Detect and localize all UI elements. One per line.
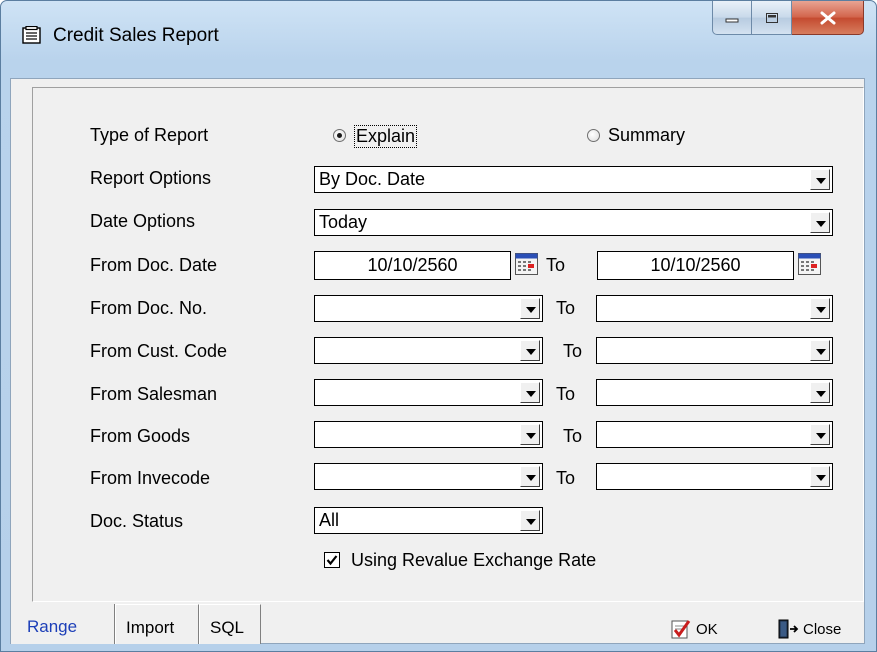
- radio-explain-label[interactable]: Explain: [354, 125, 418, 148]
- close-label: Close: [803, 620, 842, 638]
- revalue-checkbox[interactable]: [324, 552, 340, 568]
- dropdown-arrow-icon[interactable]: [810, 340, 830, 361]
- ok-button[interactable]: OK: [670, 616, 718, 642]
- radio-summary[interactable]: [587, 129, 600, 142]
- minimize-button[interactable]: [712, 1, 752, 35]
- to-label: To: [546, 255, 566, 275]
- to-label: To: [563, 426, 583, 446]
- window-title: Credit Sales Report: [53, 25, 219, 46]
- report-options-label: Report Options: [90, 168, 212, 188]
- to-cust-code-select[interactable]: [596, 337, 833, 364]
- revalue-label[interactable]: Using Revalue Exchange Rate: [351, 550, 596, 571]
- close-window-button[interactable]: [792, 1, 864, 35]
- caption-buttons: [712, 1, 864, 37]
- to-invecode-select[interactable]: [596, 463, 833, 490]
- tab-range[interactable]: Range: [11, 604, 115, 644]
- ok-check-icon: [671, 620, 691, 639]
- dropdown-arrow-icon[interactable]: [520, 510, 540, 531]
- tab-bar: Range Import SQL: [11, 604, 261, 644]
- maximize-icon: [765, 12, 778, 23]
- dropdown-arrow-icon[interactable]: [520, 298, 540, 319]
- from-salesman-select[interactable]: [314, 379, 543, 406]
- dropdown-arrow-icon[interactable]: [810, 466, 830, 487]
- to-doc-date-input[interactable]: 10/10/2560: [597, 251, 794, 280]
- from-goods-select[interactable]: [314, 421, 543, 448]
- dropdown-arrow-icon[interactable]: [810, 169, 830, 190]
- to-label: To: [563, 341, 583, 361]
- to-salesman-select[interactable]: [596, 379, 833, 406]
- title-bar[interactable]: Credit Sales Report: [1, 1, 876, 79]
- ok-label: OK: [696, 620, 718, 638]
- dropdown-arrow-icon[interactable]: [520, 382, 540, 403]
- to-doc-date-value: 10/10/2560: [650, 255, 741, 275]
- tab-import[interactable]: Import: [115, 604, 199, 644]
- minimize-icon: [725, 18, 739, 22]
- tab-sql[interactable]: SQL: [199, 604, 261, 644]
- calendar-icon[interactable]: [515, 253, 538, 275]
- from-doc-date-label: From Doc. Date: [90, 255, 218, 275]
- to-goods-select[interactable]: [596, 421, 833, 448]
- to-label: To: [556, 468, 576, 488]
- date-options-value: Today: [319, 212, 368, 232]
- from-doc-date-value: 10/10/2560: [367, 255, 458, 275]
- from-cust-code-label: From Cust. Code: [90, 341, 228, 361]
- report-options-value: By Doc. Date: [319, 169, 426, 189]
- from-doc-no-select[interactable]: [314, 295, 543, 322]
- report-window: Credit Sales Report Type of Report Expla…: [0, 0, 877, 652]
- calendar-icon[interactable]: [798, 253, 821, 275]
- from-goods-label: From Goods: [90, 426, 191, 446]
- checkmark-icon: [326, 555, 338, 566]
- to-doc-no-select[interactable]: [596, 295, 833, 322]
- dropdown-arrow-icon[interactable]: [810, 424, 830, 445]
- date-options-label: Date Options: [90, 211, 196, 231]
- dropdown-arrow-icon[interactable]: [810, 382, 830, 403]
- from-salesman-label: From Salesman: [90, 384, 218, 404]
- report-icon: [22, 26, 41, 44]
- type-of-report-label: Type of Report: [90, 125, 209, 145]
- exit-door-icon: [778, 619, 799, 639]
- dropdown-arrow-icon[interactable]: [520, 424, 540, 445]
- radio-summary-label[interactable]: Summary: [608, 125, 685, 146]
- to-label: To: [556, 384, 576, 404]
- report-options-select[interactable]: By Doc. Date: [314, 166, 833, 193]
- dropdown-arrow-icon[interactable]: [810, 212, 830, 233]
- to-label: To: [556, 298, 576, 318]
- doc-status-select[interactable]: All: [314, 507, 543, 534]
- close-icon: [820, 11, 835, 24]
- maximize-button[interactable]: [752, 1, 792, 35]
- dropdown-arrow-icon[interactable]: [520, 340, 540, 361]
- doc-status-value: All: [319, 510, 340, 530]
- radio-explain[interactable]: [333, 129, 346, 142]
- from-invecode-label: From Invecode: [90, 468, 211, 488]
- date-options-select[interactable]: Today: [314, 209, 833, 236]
- from-invecode-select[interactable]: [314, 463, 543, 490]
- from-cust-code-select[interactable]: [314, 337, 543, 364]
- from-doc-date-input[interactable]: 10/10/2560: [314, 251, 511, 280]
- dropdown-arrow-icon[interactable]: [810, 298, 830, 319]
- doc-status-label: Doc. Status: [90, 511, 184, 531]
- dropdown-arrow-icon[interactable]: [520, 466, 540, 487]
- close-button[interactable]: Close: [777, 616, 841, 642]
- from-doc-no-label: From Doc. No.: [90, 298, 208, 318]
